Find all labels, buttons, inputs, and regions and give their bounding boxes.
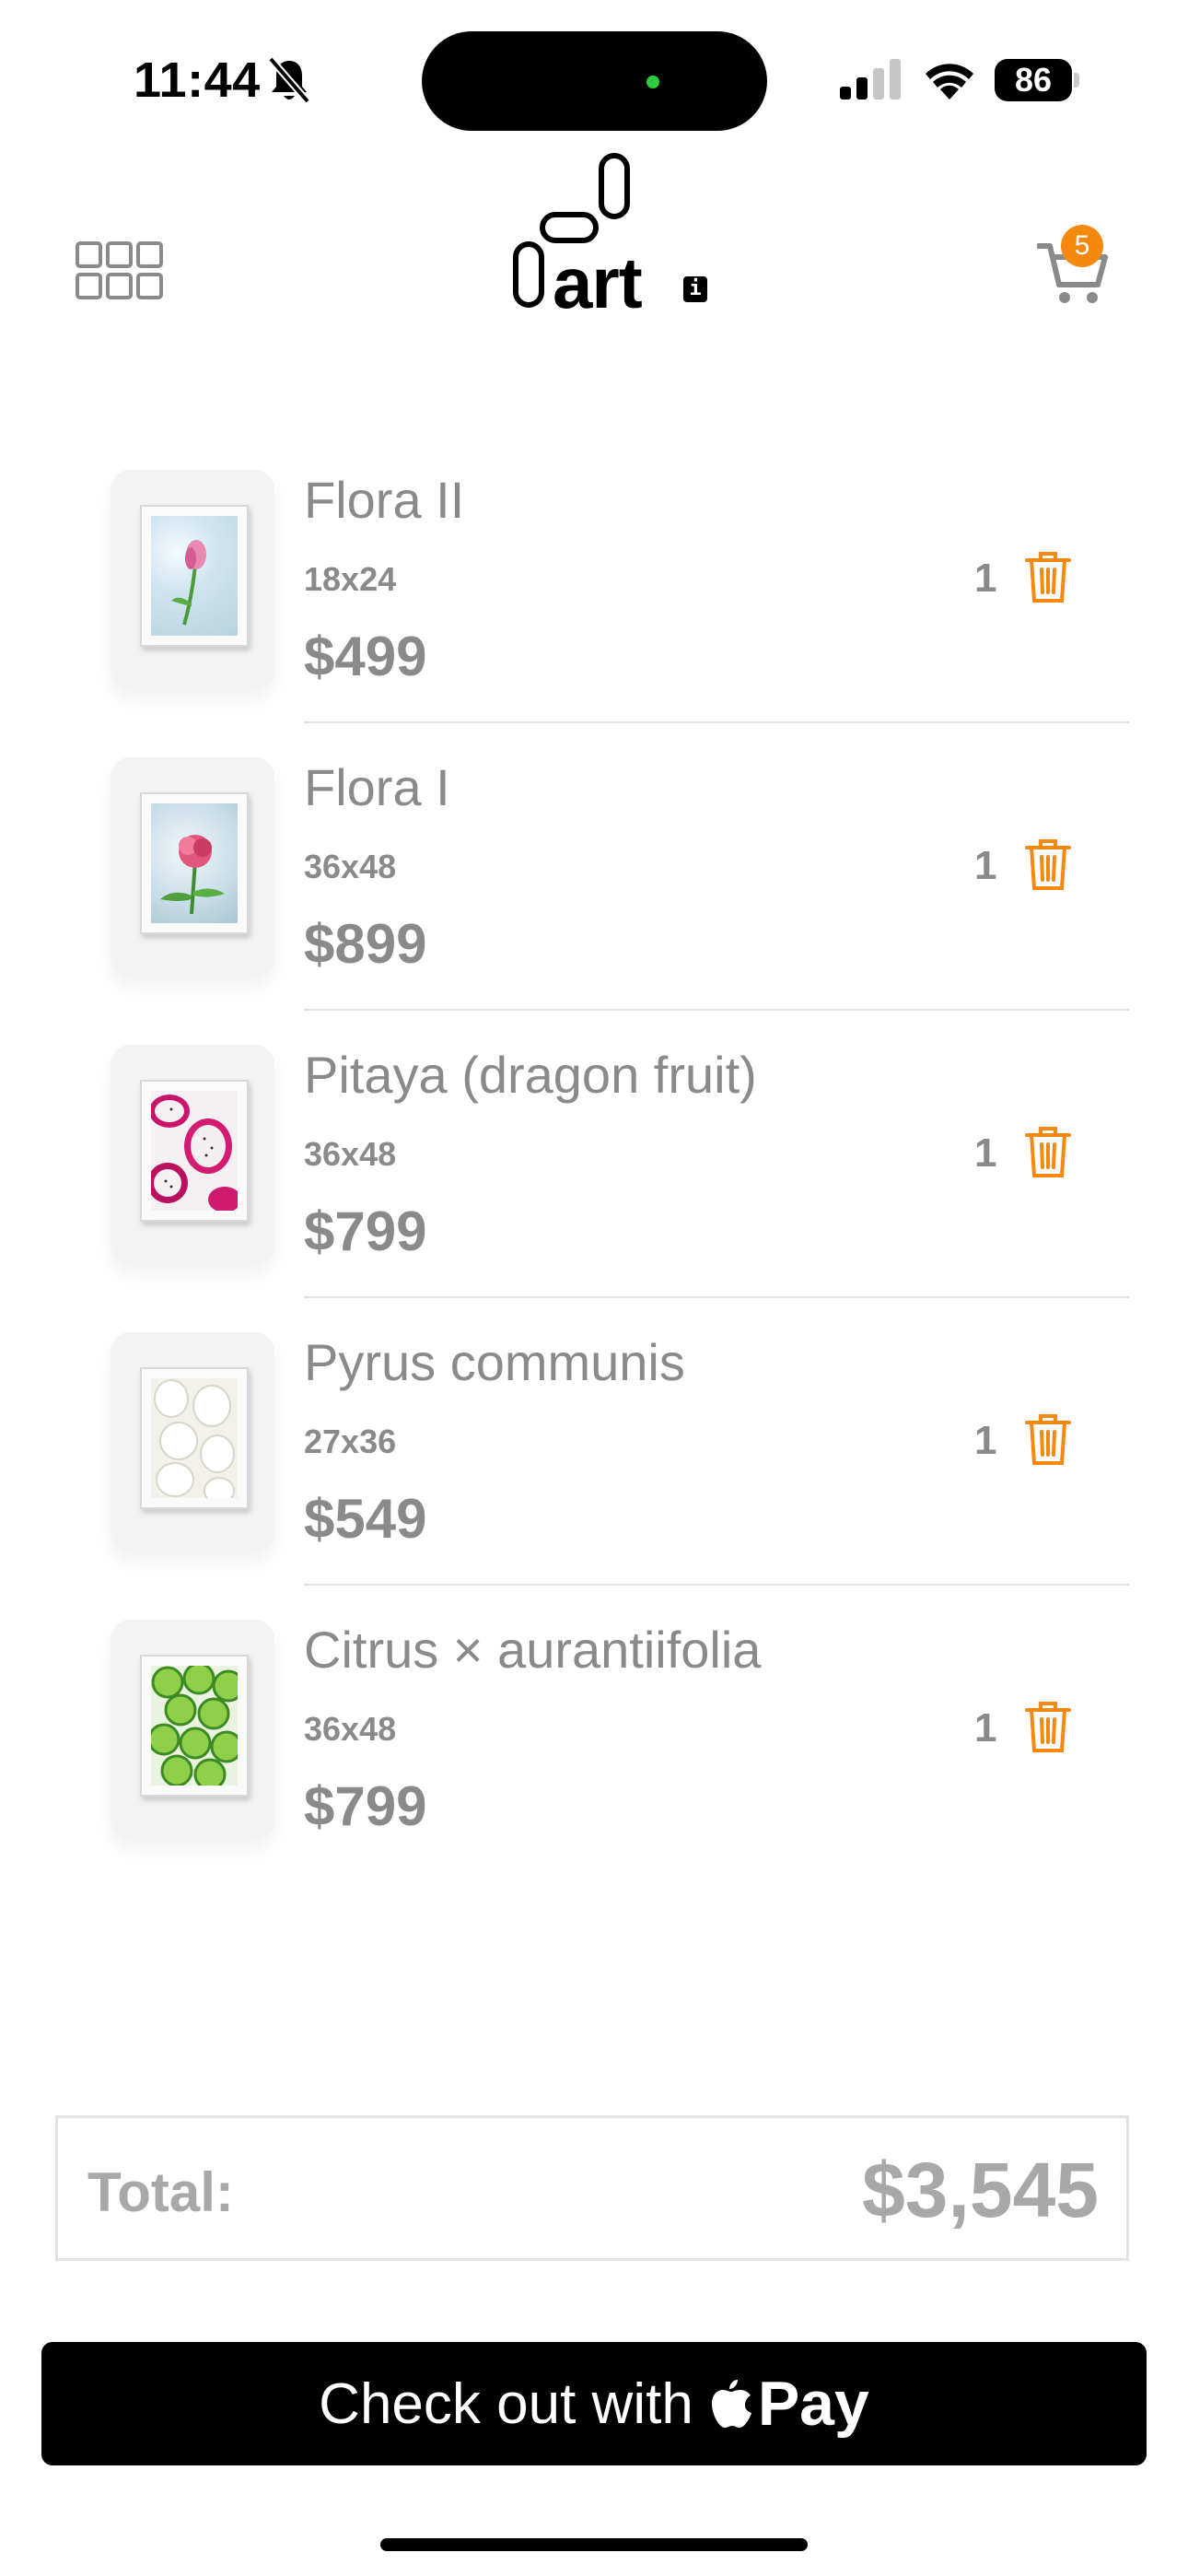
item-quantity: 1 <box>974 1418 997 1463</box>
cart-item[interactable]: Flora I 36x48 $899 1 <box>0 748 1188 1036</box>
item-quantity: 1 <box>974 1130 997 1176</box>
trash-icon[interactable] <box>1024 1699 1072 1754</box>
artwork-thumbnail[interactable] <box>111 757 274 978</box>
divider <box>304 1009 1129 1011</box>
apple-pay-checkout-button[interactable]: Check out with Pay <box>41 2342 1147 2465</box>
pay-word: Pay <box>757 2369 869 2439</box>
divider <box>304 1584 1129 1586</box>
item-quantity: 1 <box>974 556 997 601</box>
battery-level: 86 <box>1014 61 1053 99</box>
item-size: 36x48 <box>304 848 397 885</box>
trash-icon[interactable] <box>1024 837 1072 892</box>
cart-list: Flora II 18x24 $499 1 Flora I 36x48 $899… <box>0 461 1188 1898</box>
total-label: Total: <box>87 2161 234 2223</box>
cart-item[interactable]: Pyrus communis 27x36 $549 1 <box>0 1323 1188 1610</box>
cart-item[interactable]: Citrus × aurantiifolia 36x48 $799 1 <box>0 1610 1188 1898</box>
trash-icon[interactable] <box>1024 1124 1072 1179</box>
trash-icon[interactable] <box>1024 1411 1072 1467</box>
item-name: Flora II <box>304 471 465 529</box>
battery-icon: 86 <box>995 59 1081 101</box>
item-name: Citrus × aurantiifolia <box>304 1621 762 1679</box>
checkout-label: Check out with <box>319 2371 693 2436</box>
dynamic-island <box>422 31 767 131</box>
camera-indicator-dot <box>646 76 659 88</box>
bell-slash-icon <box>267 56 311 104</box>
divider <box>304 721 1129 723</box>
item-name: Pitaya (dragon fruit) <box>304 1046 757 1104</box>
wifi-icon <box>926 64 973 100</box>
cart-item[interactable]: Flora II 18x24 $499 1 <box>0 461 1188 748</box>
order-total: Total: $3,545 <box>55 2115 1129 2261</box>
item-price: $499 <box>304 626 427 687</box>
item-price: $799 <box>304 1200 427 1262</box>
artwork-thumbnail[interactable] <box>111 1332 274 1553</box>
home-indicator[interactable] <box>380 2538 808 2551</box>
artwork-thumbnail[interactable] <box>111 1620 274 1841</box>
item-price: $549 <box>304 1488 427 1550</box>
item-price: $899 <box>304 913 427 975</box>
status-time: 11:44 <box>134 53 261 108</box>
logo-text: art <box>553 242 643 323</box>
cart-item[interactable]: Pitaya (dragon fruit) 36x48 $799 1 <box>0 1036 1188 1323</box>
item-size: 36x48 <box>304 1135 397 1173</box>
item-size: 27x36 <box>304 1423 397 1460</box>
trash-icon[interactable] <box>1024 549 1072 604</box>
logo-info-badge: i <box>683 276 707 302</box>
item-name: Pyrus communis <box>304 1333 685 1391</box>
item-size: 36x48 <box>304 1710 397 1748</box>
artwork-thumbnail[interactable] <box>111 1045 274 1266</box>
item-name: Flora I <box>304 758 450 816</box>
item-size: 18x24 <box>304 560 397 598</box>
item-price: $799 <box>304 1775 427 1837</box>
cart-count-badge: 5 <box>1061 225 1103 267</box>
divider <box>304 1296 1129 1298</box>
signal-icon <box>840 59 901 100</box>
status-bar: 11:44 86 <box>0 0 1188 161</box>
total-value: $3,545 <box>862 2147 1099 2233</box>
grid-menu-icon[interactable] <box>76 241 163 299</box>
apple-logo-icon <box>711 2380 751 2428</box>
item-quantity: 1 <box>974 1705 997 1751</box>
item-quantity: 1 <box>974 843 997 888</box>
artwork-thumbnail[interactable] <box>111 470 274 691</box>
